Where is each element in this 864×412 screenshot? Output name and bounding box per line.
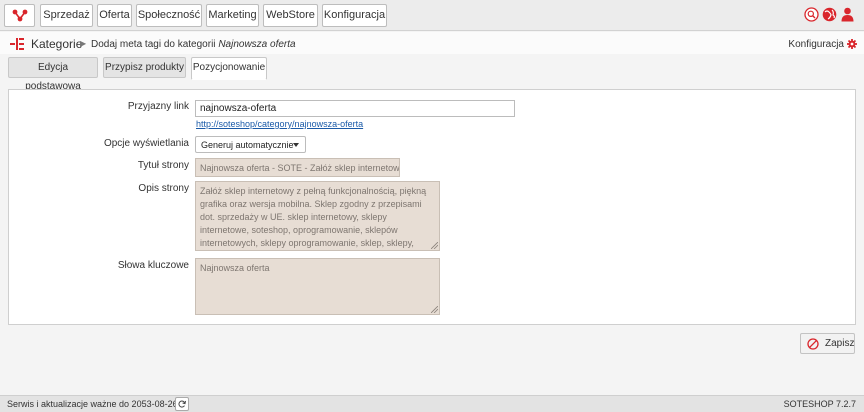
page-description-text: Załóż sklep internetowy z pełną funkcjon… [200, 186, 427, 248]
menu-item-sprzedaz[interactable]: Sprzedaż [40, 4, 93, 27]
logo-icon [12, 9, 28, 22]
save-label: Zapisz [825, 338, 855, 349]
breadcrumb-separator-icon: ▶ [80, 39, 87, 48]
breadcrumb-category: Najnowsza oferta [218, 39, 296, 50]
user-icon[interactable] [840, 7, 855, 22]
page-title-field[interactable]: Najnowsza oferta - SOTE - Załóż sklep in… [195, 158, 400, 177]
refresh-button[interactable] [175, 397, 189, 411]
search-icon[interactable] [804, 7, 819, 22]
keywords-label: Słowa kluczowe [117, 260, 189, 271]
tab-przypisz-produkty[interactable]: Przypisz produkty [103, 57, 186, 78]
version-label: SOTESHOP 7.2.7 [783, 399, 856, 409]
logo-button[interactable] [4, 4, 35, 27]
keywords-text: Najnowsza oferta [200, 263, 270, 273]
tab-edycja-podstawowa[interactable]: Edycja podstawowa [8, 57, 98, 92]
breadcrumb-action: Dodaj meta tagi do kategorii [91, 39, 216, 50]
service-expiry-text: Serwis i aktualizacje ważne do 2053-08-2… [7, 399, 178, 409]
page-description-field[interactable]: Załóż sklep internetowy z pełną funkcjon… [195, 181, 440, 251]
breadcrumb: Kategorie ▶ Dodaj meta tagi do kategorii… [0, 32, 864, 54]
keywords-field[interactable]: Najnowsza oferta [195, 258, 440, 315]
breadcrumb-section[interactable]: Kategorie [31, 37, 82, 51]
resize-handle-icon[interactable] [431, 306, 438, 313]
menu-item-marketing[interactable]: Marketing [206, 4, 259, 27]
menu-item-spolecznosc[interactable]: Społeczność [136, 4, 202, 27]
status-footer: Serwis i aktualizacje ważne do 2053-08-2… [0, 395, 864, 412]
top-menu-bar: Sprzedaż Oferta Społeczność Marketing We… [0, 0, 864, 31]
save-button[interactable]: Zapisz [800, 333, 855, 354]
friendly-link-input[interactable]: najnowsza-oferta [195, 100, 515, 117]
tab-pozycjonowanie[interactable]: Pozycjonowanie [191, 57, 267, 80]
menu-item-webstore[interactable]: WebStore [263, 4, 318, 27]
friendly-link-label: Przyjazny link [127, 101, 189, 112]
display-options-value: Generuj automatycznie [201, 140, 294, 150]
gear-icon[interactable] [847, 39, 857, 49]
config-link[interactable]: Konfiguracja [788, 39, 844, 50]
display-options-select[interactable]: Generuj automatycznie [195, 136, 306, 153]
chevron-down-icon [293, 143, 299, 147]
globe-icon[interactable] [822, 7, 837, 22]
friendly-link-url[interactable]: http://soteshop/category/najnowsza-ofert… [196, 119, 363, 129]
display-options-label: Opcje wyświetlania [103, 138, 189, 149]
category-tree-icon [10, 38, 24, 50]
page-title-label: Tytuł strony [137, 160, 189, 171]
menu-item-oferta[interactable]: Oferta [97, 4, 132, 27]
breadcrumb-current: Dodaj meta tagi do kategorii Najnowsza o… [91, 39, 296, 50]
refresh-icon [178, 400, 186, 408]
page-description-label: Opis strony [138, 183, 189, 194]
save-icon [807, 338, 819, 350]
menu-item-konfiguracja[interactable]: Konfiguracja [322, 4, 387, 27]
seo-form-panel: Przyjazny link najnowsza-oferta http://s… [8, 89, 856, 325]
resize-handle-icon[interactable] [431, 242, 438, 249]
